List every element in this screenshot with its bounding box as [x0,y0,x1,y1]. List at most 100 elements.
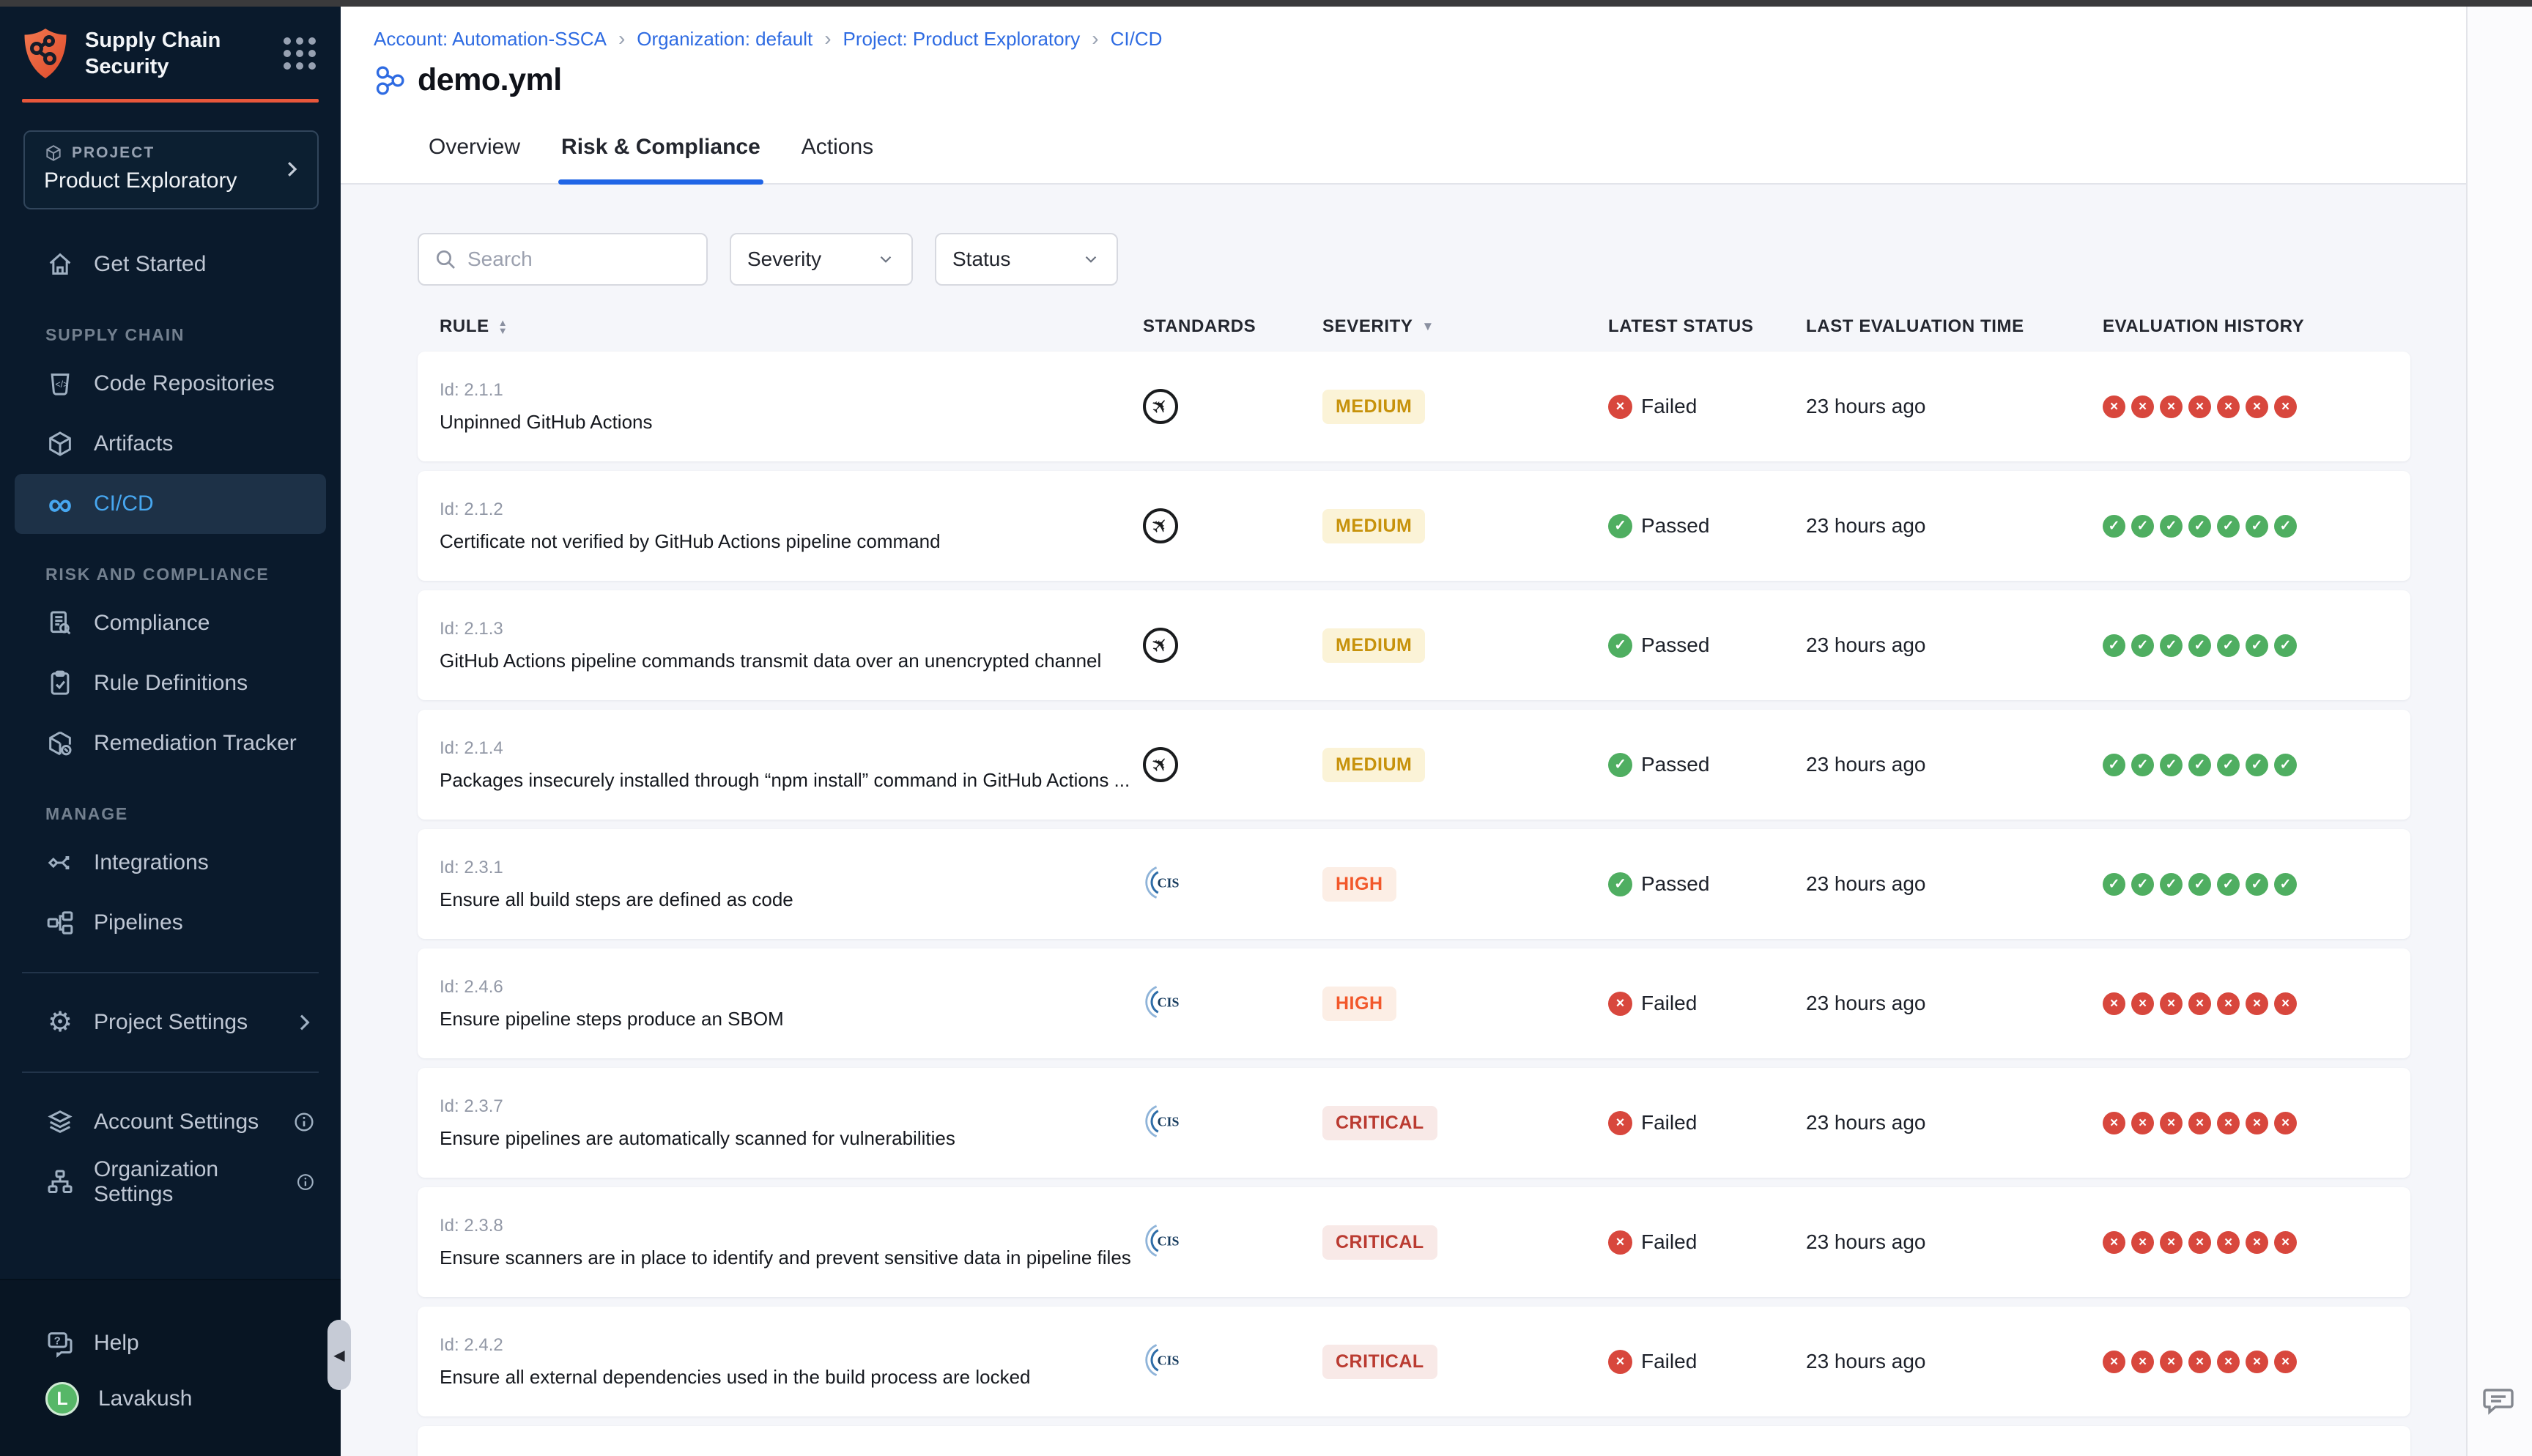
evaluation-history-cell: ××××××× [2081,395,2410,418]
status-label: Failed [1641,1111,1697,1134]
table-row[interactable]: Id: 2.1.3 GitHub Actions pipeline comman… [418,590,2410,700]
table-row[interactable]: Id: 2.1.2 Certificate not verified by Gi… [418,471,2410,581]
breadcrumb-link[interactable]: Organization: default [637,28,812,51]
rule-id: Id: 2.1.1 [440,380,1121,401]
status-cell: × Failed [1586,395,1784,419]
sidebar-item-label: Organization Settings [94,1157,276,1207]
project-cube-icon [44,144,63,163]
sidebar-item-compliance[interactable]: Compliance [0,593,341,653]
evaluation-history-cell: ✓✓✓✓✓✓✓ [2081,515,2410,538]
sidebar-item-label: Code Repositories [94,371,275,396]
history-failed-icon: × [2160,1351,2183,1373]
table-row[interactable]: Id: 2.4.6 Ensure pipeline steps produce … [418,948,2410,1058]
search-input-wrap [418,233,708,286]
standards-cell: ✈ [1121,628,1300,663]
rule-id: Id: 2.4.6 [440,977,1121,998]
project-selector[interactable]: PROJECT Product Exploratory [23,130,319,209]
tab-actions[interactable]: Actions [799,111,876,183]
sidebar-item-rule-definitions[interactable]: Rule Definitions [0,653,341,713]
sidebar-item-label: Project Settings [94,1010,248,1035]
table-row[interactable]: Id: 2.4.2 Ensure all external dependenci… [418,1307,2410,1416]
sidebar-item-ci-cd[interactable]: ∞CI/CD [15,474,326,534]
sidebar: Supply ChainSecurity PROJECT Product Exp… [0,7,341,1456]
rule-table: Id: 2.1.1 Unpinned GitHub Actions ✈ MEDI… [418,352,2466,1456]
tab-risk-compliance[interactable]: Risk & Compliance [558,111,763,183]
sidebar-item-account-settings[interactable]: Account Settings [0,1092,341,1152]
sidebar-item-code-repositories[interactable]: </> Code Repositories [0,354,341,414]
history-failed-icon: × [2246,1231,2268,1254]
sidebar-item-organization-settings[interactable]: Organization Settings [0,1152,341,1212]
status-label: Passed [1641,634,1709,657]
table-row[interactable]: Id: 2.3.7 Ensure pipelines are automatic… [418,1068,2410,1178]
evaluation-time-cell: 23 hours ago [1784,872,2081,896]
sidebar-item-artifacts[interactable]: Artifacts [0,414,341,474]
pipeline-dag-icon [374,64,406,97]
table-row[interactable]: Id: 2.1.1 Unpinned GitHub Actions ✈ MEDI… [418,352,2410,461]
status-cell: × Failed [1586,992,1784,1016]
svg-text:</>: </> [55,379,68,390]
rule-name: GitHub Actions pipeline commands transmi… [440,650,1121,672]
sort-icon[interactable]: ▲▼ [498,319,508,335]
sidebar-item-remediation-tracker[interactable]: Remediation Tracker [0,713,341,773]
chat-help-icon[interactable] [2481,1383,2516,1418]
tab-overview[interactable]: Overview [426,111,523,183]
svg-text:?: ? [54,1335,61,1348]
history-failed-icon: × [2131,1351,2154,1373]
sidebar-item-pipelines[interactable]: Pipelines [0,893,341,953]
history-passed-icon: ✓ [2160,634,2183,657]
status-filter-select[interactable]: Status [935,233,1118,286]
history-failed-icon: × [2217,992,2240,1015]
breadcrumb-link[interactable]: Project: Product Exploratory [843,28,1081,51]
sidebar-item-integrations[interactable]: Integrations [0,833,341,893]
history-failed-icon: × [2131,1231,2154,1254]
sidebar-item-project-settings[interactable]: ⚙Project Settings [0,992,341,1052]
table-row[interactable]: Id: 2.3.8 Ensure scanners are in place t… [418,1187,2410,1297]
main-area: Account: Automation-SSCA›Organization: d… [341,7,2466,1456]
column-header-last-evaluation-time: LAST EVALUATION TIME [1784,316,2081,337]
svg-text:CIS: CIS [1158,1353,1180,1367]
history-failed-icon: × [2246,992,2268,1015]
sidebar-item-get-started[interactable]: Get Started [0,234,341,294]
table-row[interactable]: Id: 2.3.1 Ensure all build steps are def… [418,829,2410,939]
severity-cell: MEDIUM [1300,509,1586,543]
table-row[interactable]: Id: 2.1.4 Packages insecurely installed … [418,710,2410,820]
user-name: Lavakush [98,1386,192,1411]
evaluation-history-cell: ✓✓✓✓✓✓✓ [2081,634,2410,657]
sidebar-item-label: Integrations [94,850,209,875]
history-failed-icon: × [2274,1112,2297,1134]
severity-badge: CRITICAL [1322,1345,1437,1379]
history-failed-icon: × [2131,992,2154,1015]
info-icon[interactable] [295,1170,316,1194]
cube-tool-icon [45,729,75,758]
history-failed-icon: × [2188,1351,2211,1373]
search-input[interactable] [467,248,692,271]
search-icon [434,248,457,271]
sidebar-collapse-handle[interactable]: ◀ [327,1320,351,1390]
nav-divider [22,1071,319,1073]
history-failed-icon: × [2188,1231,2211,1254]
content: Severity Status RULE▲▼STANDARDSSEVERITY▼… [341,185,2466,1456]
column-label: EVALUATION HISTORY [2103,316,2304,337]
table-row[interactable]: Id: 3.1.7 CIS CRITICAL × Failed 23 hours… [418,1426,2410,1456]
status-cell: ✓ Passed [1586,634,1784,658]
column-header-severity[interactable]: SEVERITY▼ [1300,316,1586,337]
sidebar-item-help[interactable]: ? Help [0,1315,341,1371]
history-failed-icon: × [2274,395,2297,418]
history-passed-icon: ✓ [2131,873,2154,896]
history-failed-icon: × [2217,1351,2240,1373]
breadcrumb-link[interactable]: Account: Automation-SSCA [374,28,607,51]
sort-desc-icon[interactable]: ▼ [1422,319,1435,334]
history-failed-icon: × [2103,992,2125,1015]
app-switcher-icon[interactable] [281,34,319,73]
info-icon[interactable] [292,1110,316,1134]
evaluation-time-cell: 23 hours ago [1784,1230,2081,1254]
svg-text:CIS: CIS [1158,1233,1180,1248]
column-header-rule[interactable]: RULE▲▼ [418,316,1121,337]
rule-cell: Id: 2.1.2 Certificate not verified by Gi… [418,499,1121,553]
severity-filter-select[interactable]: Severity [730,233,913,286]
user-menu[interactable]: L Lavakush [0,1371,341,1427]
breadcrumb-link[interactable]: CI/CD [1111,28,1163,51]
column-label: LAST EVALUATION TIME [1806,316,2024,337]
status-cell: × Failed [1586,1230,1784,1255]
severity-badge: HIGH [1322,987,1396,1021]
